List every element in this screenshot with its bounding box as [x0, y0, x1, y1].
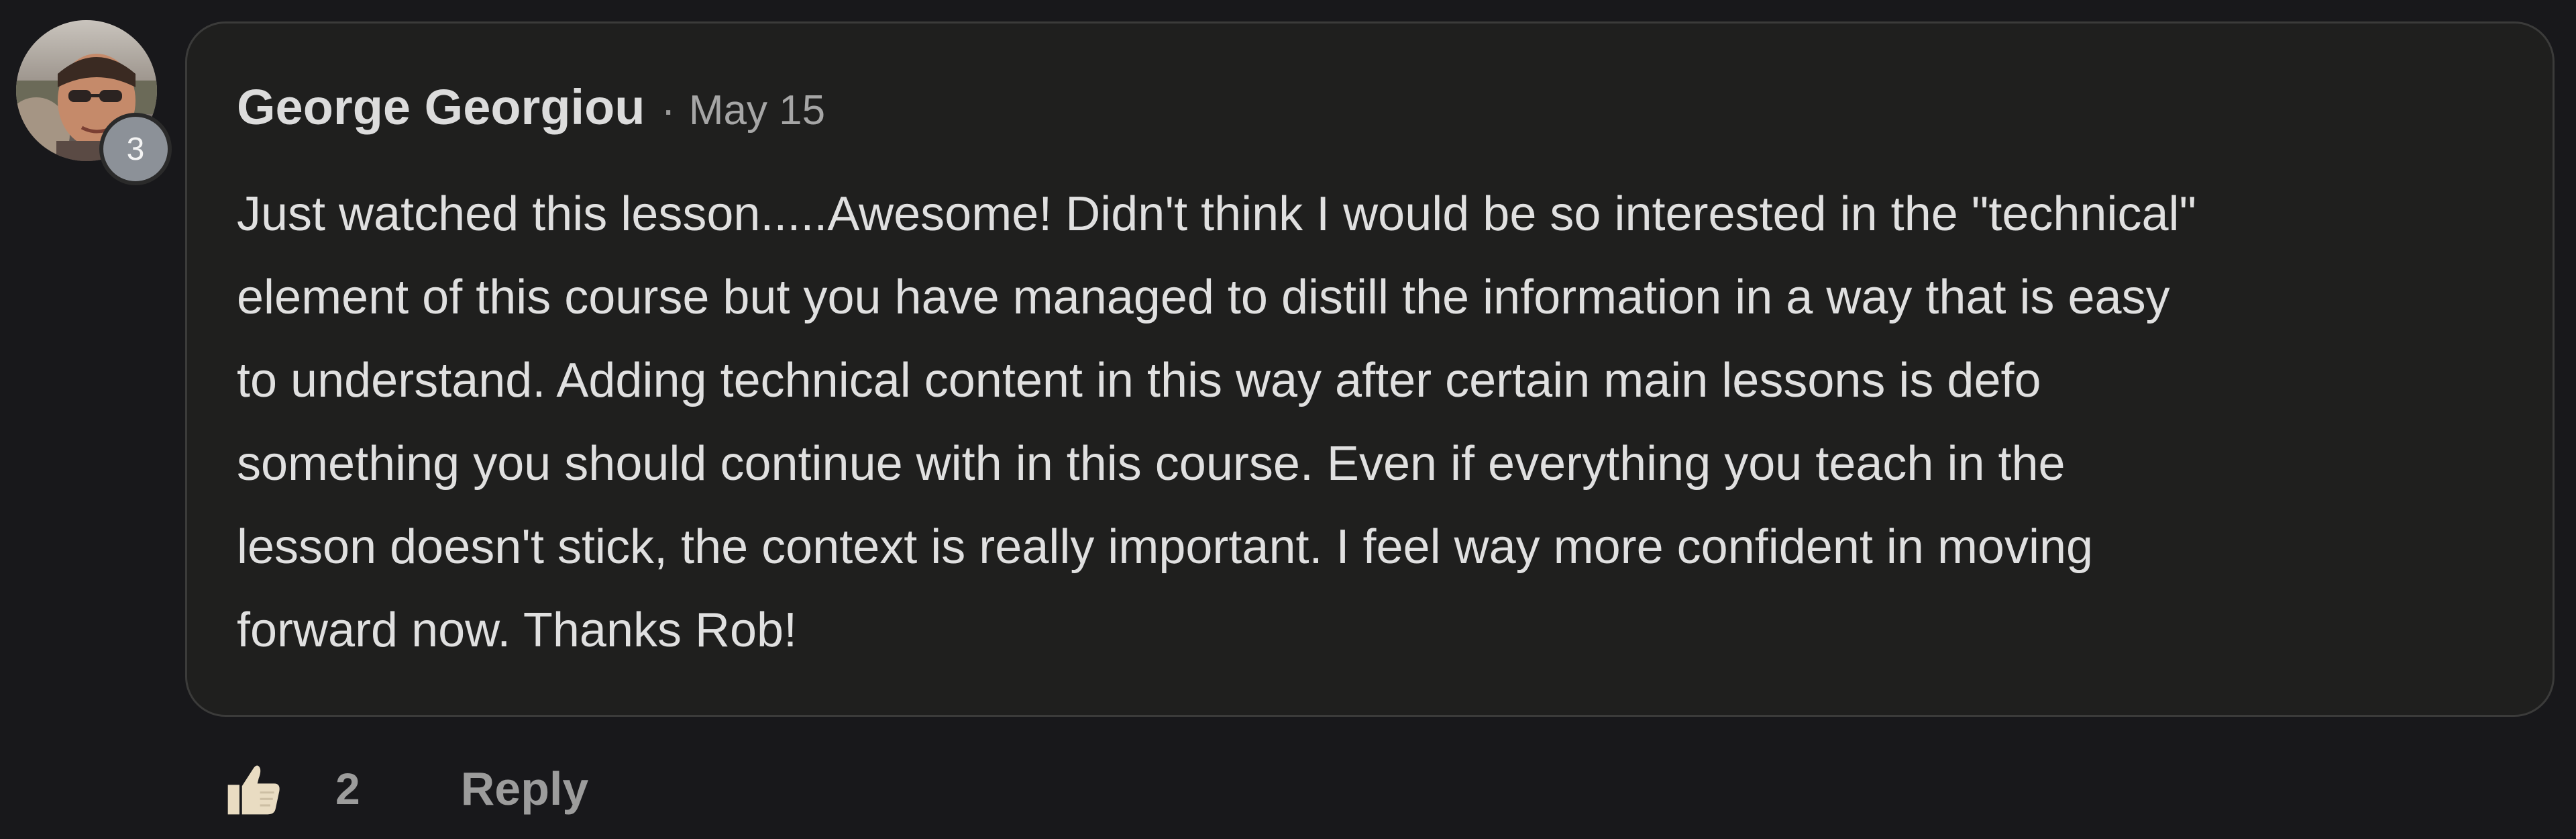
- comment-body-line: something you should continue with in th…: [237, 437, 2065, 491]
- comment-bubble: George Georgiou · May 15 Just watched th…: [185, 21, 2555, 717]
- comment-body: Just watched this lesson.....Awesome! Di…: [237, 172, 2504, 672]
- comment-body-line: element of this course but you have mana…: [237, 270, 2170, 324]
- like-button[interactable]: [221, 756, 286, 821]
- author-name[interactable]: George Georgiou: [237, 79, 645, 136]
- comment: 3 George Georgiou · May 15 Just watched …: [0, 0, 2576, 839]
- like-count: 2: [335, 764, 360, 813]
- comment-body-line: lesson doesn't stick, the context is rea…: [237, 520, 2094, 574]
- comment-date[interactable]: May 15: [689, 87, 825, 134]
- meta-separator: ·: [661, 85, 676, 134]
- comment-body-line: forward now. Thanks Rob!: [237, 603, 798, 657]
- thumbs-up-icon: [227, 765, 280, 815]
- comment-header: George Georgiou · May 15: [237, 79, 825, 135]
- comment-body-line: Just watched this lesson.....Awesome! Di…: [237, 187, 2197, 241]
- comment-actions: 2 Reply: [221, 752, 588, 826]
- user-level-badge: 3: [99, 113, 172, 185]
- comment-body-line: to understand. Adding technical content …: [237, 354, 2041, 407]
- reply-button[interactable]: Reply: [461, 762, 589, 816]
- user-level-value: 3: [126, 131, 145, 167]
